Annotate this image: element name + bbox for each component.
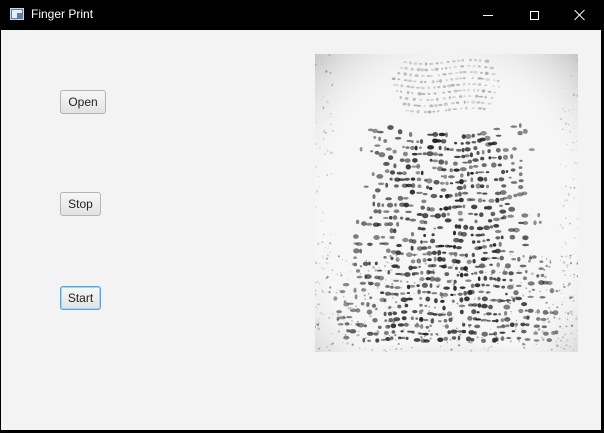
fingerprint-scan — [315, 54, 578, 352]
maximize-button[interactable] — [511, 0, 557, 30]
open-button[interactable]: Open — [60, 90, 106, 114]
title-bar[interactable]: Finger Print — [0, 0, 604, 30]
app-window-icon — [10, 8, 24, 20]
window-title: Finger Print — [31, 7, 94, 21]
start-button[interactable]: Start — [60, 286, 101, 310]
minimize-button[interactable] — [465, 0, 511, 30]
stop-button[interactable]: Stop — [60, 192, 101, 216]
minimize-icon — [483, 14, 493, 16]
maximize-icon — [529, 10, 539, 20]
close-icon — [574, 9, 586, 21]
fingerprint-image — [315, 54, 578, 352]
client-area: Open Stop Start — [1, 30, 601, 430]
app-window: Finger Print Open Stop Start — [0, 0, 604, 433]
close-button[interactable] — [557, 0, 603, 30]
